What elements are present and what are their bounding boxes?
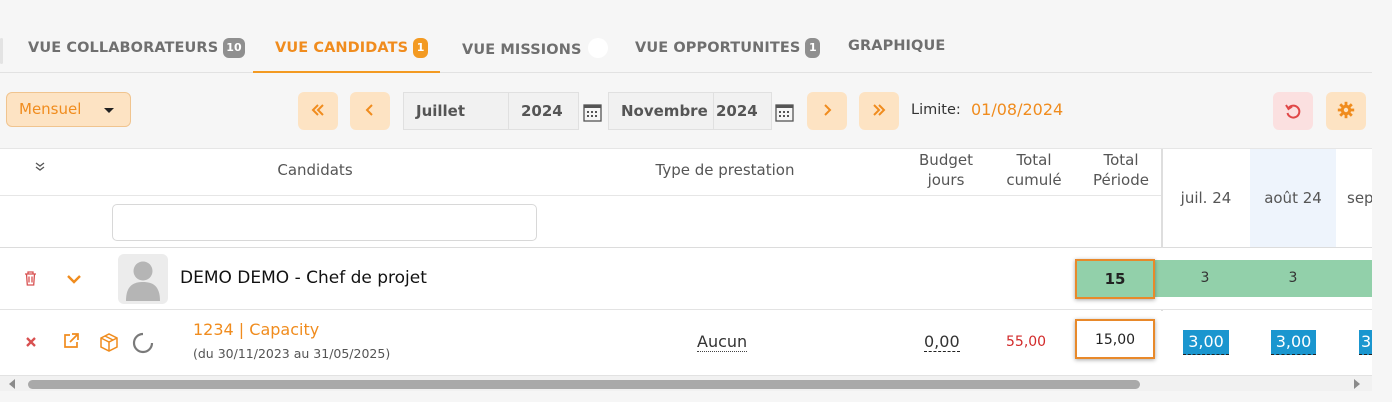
header-period-line2: Période xyxy=(1092,171,1149,189)
end-year-field[interactable]: 2024 xyxy=(713,92,772,130)
header-divider xyxy=(0,195,1162,196)
tab-candidats[interactable]: VUE CANDIDATS 1 xyxy=(275,38,429,72)
double-chevron-right-icon xyxy=(873,104,886,116)
tab-badge xyxy=(587,38,608,58)
chevron-down-icon[interactable] xyxy=(66,273,82,285)
reset-button[interactable] xyxy=(1273,92,1313,130)
tab-badge: 1 xyxy=(805,38,821,58)
delete-icon[interactable] xyxy=(25,336,37,348)
trash-icon[interactable] xyxy=(23,270,38,286)
header-budget-line2: jours xyxy=(927,171,965,189)
tab-label: GRAPHIQUE xyxy=(848,38,946,54)
header-month: sep xyxy=(1347,189,1372,207)
chevron-right-icon xyxy=(824,104,832,116)
mission-link[interactable]: 1234 | Capacity xyxy=(193,320,319,339)
tab-label: VUE COLLABORATEURS xyxy=(28,40,219,56)
scroll-left-arrow-icon[interactable] xyxy=(9,379,15,389)
end-month-value: Novembre xyxy=(621,102,708,120)
header-budget-line1: Budget xyxy=(919,151,973,169)
candidate-name[interactable]: DEMO DEMO - Chef de projet xyxy=(180,268,427,288)
double-chevron-left-icon xyxy=(311,104,324,116)
service-type-value[interactable]: Aucun xyxy=(697,333,748,352)
header-cumul-line1: Total xyxy=(1016,151,1052,169)
period-value: Mensuel xyxy=(19,100,82,118)
header-period-line1: Total xyxy=(1103,151,1139,169)
calendar-icon[interactable] xyxy=(775,102,794,122)
tab-badge: 10 xyxy=(223,38,245,58)
active-tab-underline xyxy=(253,71,440,73)
start-month-value: Juillet xyxy=(416,102,466,120)
tab-opportunites[interactable]: VUE OPPORTUNITES 1 xyxy=(635,38,821,72)
candidate-month-value: 3 xyxy=(1200,270,1210,286)
mission-month-input[interactable]: 3 xyxy=(1359,330,1372,355)
tab-label: VUE OPPORTUNITES xyxy=(635,40,801,56)
box-icon[interactable] xyxy=(98,331,120,353)
tab-badge: 1 xyxy=(413,38,429,58)
tab-graphique[interactable]: GRAPHIQUE xyxy=(848,38,945,72)
scroll-right-arrow-icon[interactable] xyxy=(1354,379,1360,389)
total-cumul-value: 55,00 xyxy=(1006,334,1047,350)
mission-month-input[interactable]: 3,00 xyxy=(1183,330,1229,355)
start-year-value: 2024 xyxy=(521,102,563,120)
tab-missions[interactable]: VUE MISSIONS xyxy=(462,38,608,72)
grid-header: Candidats Type de prestation Budget jour… xyxy=(0,149,1372,248)
expand-all-icon[interactable] xyxy=(34,161,46,173)
external-link-icon[interactable] xyxy=(62,332,80,350)
budget-days-value[interactable]: 0,00 xyxy=(924,332,960,352)
end-year-value: 2024 xyxy=(716,102,758,120)
chevron-left-icon xyxy=(365,104,373,116)
limit-value[interactable]: 01/08/2024 xyxy=(971,100,1063,119)
avatar xyxy=(118,254,168,304)
user-silhouette-icon xyxy=(126,261,160,301)
start-month-field[interactable]: Juillet xyxy=(403,92,509,130)
limit-label: Limite: xyxy=(911,102,961,118)
header-candidates: Candidats xyxy=(277,161,353,179)
header-cumul-line2: cumulé xyxy=(1006,171,1062,189)
next-period-button[interactable] xyxy=(807,92,847,130)
mission-dates: (du 30/11/2023 au 31/05/2025) xyxy=(193,346,391,361)
header-service-type: Type de prestation xyxy=(655,161,795,179)
candidate-month-value: 3 xyxy=(1288,270,1298,286)
scrollbar-thumb[interactable] xyxy=(28,380,1140,389)
last-period-button[interactable] xyxy=(859,92,899,130)
gear-icon xyxy=(1337,101,1355,119)
first-period-button[interactable] xyxy=(298,92,338,130)
view-tabs: VUE COLLABORATEURS 10 VUE CANDIDATS 1 VUE … xyxy=(0,30,1372,73)
spinner-icon xyxy=(132,332,154,354)
caret-down-icon xyxy=(104,108,114,113)
previous-period-button[interactable] xyxy=(350,92,390,130)
header-month: août 24 xyxy=(1264,189,1322,207)
mission-month-input[interactable]: 3,00 xyxy=(1271,330,1316,355)
settings-button[interactable] xyxy=(1326,92,1366,130)
start-year-field[interactable]: 2024 xyxy=(508,92,579,130)
tab-label: VUE MISSIONS xyxy=(462,42,582,58)
period-select[interactable]: Mensuel xyxy=(6,92,131,127)
top-strip xyxy=(0,0,1392,14)
tab-label: VUE CANDIDATS xyxy=(275,40,409,56)
horizontal-scrollbar[interactable] xyxy=(0,375,1372,391)
header-month: juil. 24 xyxy=(1180,189,1232,207)
candidate-filter-input[interactable] xyxy=(112,204,537,241)
calendar-icon[interactable] xyxy=(583,102,602,122)
candidate-total-period: 15 xyxy=(1075,259,1155,299)
undo-icon xyxy=(1285,104,1301,119)
mission-total-period: 15,00 xyxy=(1075,319,1155,359)
tab-collaborateurs[interactable]: VUE COLLABORATEURS 10 xyxy=(28,38,245,72)
end-month-field[interactable]: Novembre xyxy=(608,92,714,130)
